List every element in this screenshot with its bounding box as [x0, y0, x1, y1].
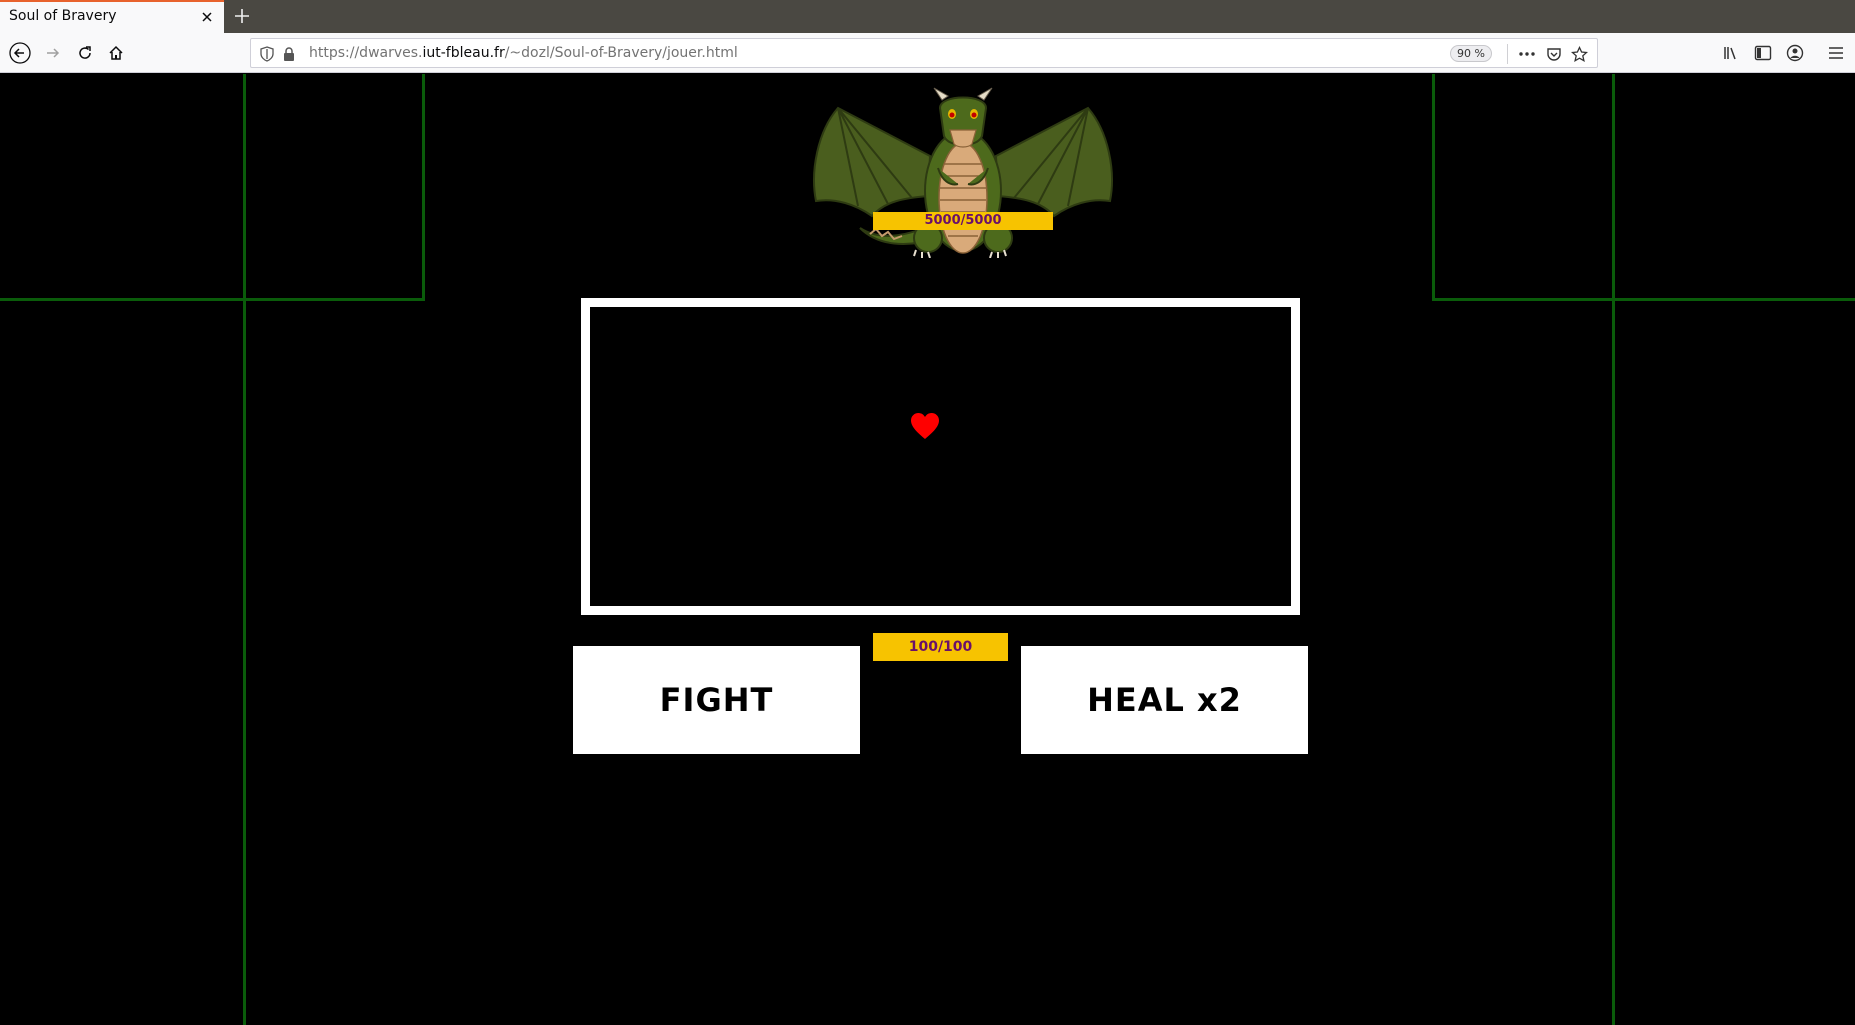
tab-bar: Soul of Bravery — [0, 0, 1855, 33]
account-button[interactable] — [1783, 41, 1807, 65]
back-button[interactable] — [8, 41, 32, 65]
game-page: 5000/5000 100/100 FIGHT HEAL x2 — [0, 74, 1855, 1025]
tracking-shield-icon[interactable] — [257, 44, 277, 64]
tab-title: Soul of Bravery — [9, 8, 117, 24]
browser-tab-active[interactable]: Soul of Bravery — [0, 0, 224, 33]
forward-button[interactable] — [41, 41, 65, 65]
lock-icon[interactable] — [279, 44, 299, 64]
page-actions-icon[interactable] — [1517, 44, 1537, 64]
url-text: https://dwarves.iut-fbleau.fr/~dozl/Soul… — [309, 45, 738, 61]
heart-soul-icon[interactable] — [910, 412, 940, 440]
background-line — [243, 74, 246, 1025]
sidebar-button[interactable] — [1751, 41, 1775, 65]
hamburger-menu-icon — [1829, 47, 1843, 59]
player-hp-bar: 100/100 — [873, 633, 1008, 661]
navigation-toolbar: https://dwarves.iut-fbleau.fr/~dozl/Soul… — [0, 33, 1855, 73]
background-line — [0, 298, 425, 301]
url-bar[interactable]: https://dwarves.iut-fbleau.fr/~dozl/Soul… — [250, 38, 1598, 68]
background-line — [1432, 298, 1855, 301]
forward-arrow-icon — [47, 48, 60, 58]
battle-arena — [581, 298, 1300, 615]
zoom-level-badge[interactable]: 90 % — [1450, 45, 1492, 62]
home-icon — [109, 45, 123, 60]
fight-button[interactable]: FIGHT — [573, 646, 860, 754]
library-icon — [1724, 47, 1736, 60]
pocket-icon[interactable] — [1544, 44, 1564, 64]
account-icon — [1786, 44, 1804, 62]
boss-hp-bar: 5000/5000 — [873, 212, 1053, 230]
background-line — [1612, 74, 1615, 1025]
heal-button[interactable]: HEAL x2 — [1021, 646, 1308, 754]
library-button[interactable] — [1719, 41, 1743, 65]
sidebar-icon — [1754, 45, 1772, 61]
bookmark-star-icon[interactable] — [1569, 44, 1589, 64]
back-arrow-icon — [9, 42, 31, 64]
background-line — [1432, 74, 1435, 301]
home-button[interactable] — [104, 41, 128, 65]
reload-icon — [79, 46, 91, 59]
new-tab-icon[interactable] — [232, 6, 252, 26]
background-line — [422, 74, 425, 301]
menu-button[interactable] — [1824, 41, 1848, 65]
urlbar-divider — [1507, 44, 1508, 64]
close-tab-icon[interactable] — [199, 9, 215, 25]
dragon-boss-sprite — [813, 87, 1113, 258]
reload-button[interactable] — [73, 41, 97, 65]
